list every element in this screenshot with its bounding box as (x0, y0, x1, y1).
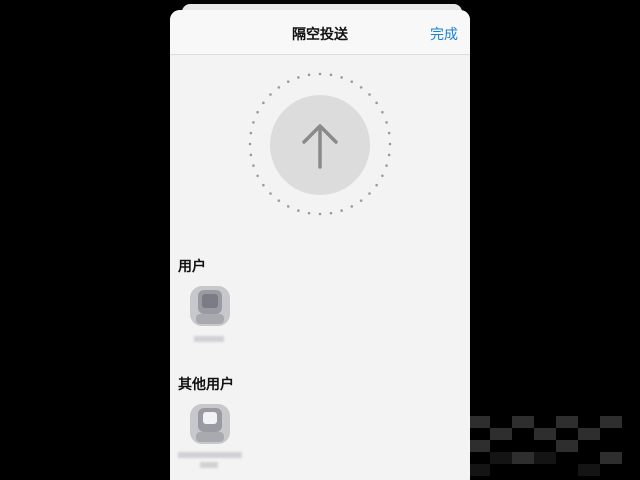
done-button[interactable]: 完成 (430, 24, 458, 44)
radar-dot (359, 199, 363, 202)
radar-dot (329, 73, 333, 77)
navigation-bar: 隔空投送 完成 (170, 10, 470, 55)
arrow-up-icon (302, 124, 338, 169)
radar-dot (249, 153, 253, 157)
radar-dot (350, 205, 354, 208)
user-name-caption (194, 336, 224, 342)
radar-dot (350, 80, 354, 83)
other-user-name-caption-line2 (200, 462, 218, 468)
radar-dot (249, 131, 253, 135)
radar-dot (256, 174, 259, 178)
radar-dot (388, 142, 392, 146)
radar-dot (286, 80, 290, 83)
radar-dot (375, 101, 378, 105)
radar-dot (340, 76, 343, 79)
person-avatar-icon (190, 286, 230, 326)
radar-dot (307, 211, 311, 215)
users-section-label: 用户 (178, 259, 206, 275)
radar-dot (262, 183, 265, 187)
radar-dot (297, 76, 300, 79)
user-avatar[interactable] (184, 280, 236, 332)
radar-dot (252, 121, 255, 124)
pixelated-watermark (468, 416, 622, 476)
radar-dot (318, 72, 322, 76)
radar-dot (262, 101, 265, 105)
other-user-avatar[interactable] (184, 398, 236, 450)
radar-dot (329, 211, 333, 215)
radar-dot (387, 153, 391, 157)
radar-dot (307, 73, 311, 77)
radar-dot (318, 212, 322, 216)
radar-dot (385, 121, 388, 124)
radar-dot (256, 110, 259, 114)
airdrop-upload-button[interactable] (270, 95, 370, 195)
radar-dot (385, 164, 388, 167)
radar-dot (277, 199, 281, 202)
radar-dot (375, 183, 378, 187)
other-user-name-caption (178, 452, 242, 458)
radar-dot (252, 164, 255, 167)
radar-dot (340, 209, 343, 212)
page-title: 隔空投送 (292, 27, 348, 43)
radar-dot (381, 110, 384, 114)
person-avatar-icon (190, 404, 230, 444)
radar-dot (381, 174, 384, 178)
radar-dot (277, 86, 281, 89)
radar-dot (359, 86, 363, 89)
radar-dot (387, 131, 391, 135)
airdrop-sheet: 隔空投送 完成 用户 其他用户 (170, 10, 470, 480)
radar-dot (248, 142, 252, 146)
other-users-section-label: 其他用户 (178, 377, 234, 393)
radar-dot (297, 209, 300, 212)
radar-dot (286, 205, 290, 208)
